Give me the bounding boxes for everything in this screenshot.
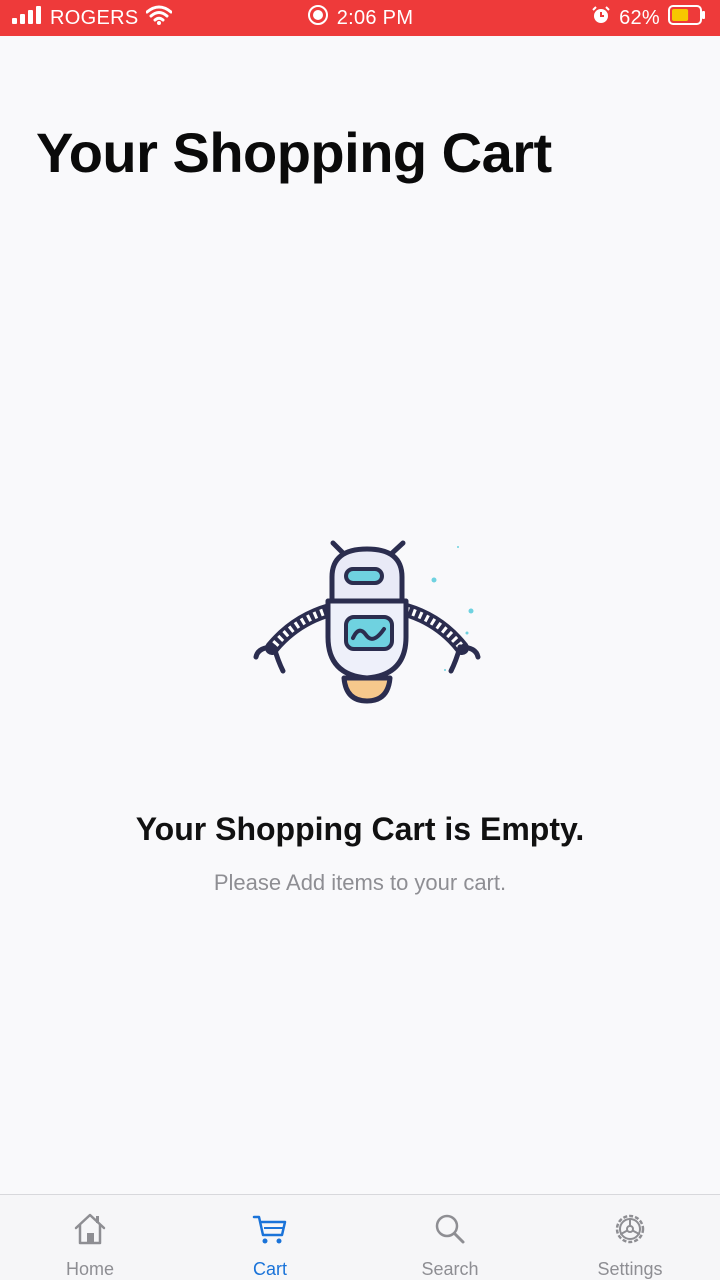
empty-cart-subtitle: Please Add items to your cart. xyxy=(213,870,507,895)
tab-settings[interactable]: Settings xyxy=(540,1195,720,1280)
tab-cart[interactable]: Cart xyxy=(180,1195,360,1280)
page-title: Your Shopping Cart xyxy=(36,121,552,184)
search-icon xyxy=(430,1209,470,1249)
screen-record-icon xyxy=(307,4,329,32)
tab-bar: Home Cart Search Settings xyxy=(0,1194,720,1280)
status-bar: ROGERS 2:06 PM 62% xyxy=(0,0,720,36)
tab-search-label: Search xyxy=(421,1259,479,1279)
signal-icon xyxy=(12,6,42,30)
carrier-name: ROGERS xyxy=(50,6,139,29)
tab-settings-label: Settings xyxy=(597,1259,663,1279)
battery-icon xyxy=(668,5,706,31)
robot-illustration xyxy=(250,535,485,710)
battery-percent: 62% xyxy=(619,6,660,29)
tab-home[interactable]: Home xyxy=(0,1195,180,1280)
tab-cart-label: Cart xyxy=(252,1259,287,1279)
home-icon xyxy=(70,1209,110,1249)
empty-cart-title: Your Shopping Cart is Empty. xyxy=(135,811,585,847)
settings-icon xyxy=(610,1209,650,1249)
tab-home-label: Home xyxy=(65,1259,114,1279)
wifi-icon xyxy=(145,5,173,31)
tab-search[interactable]: Search xyxy=(360,1195,540,1280)
cart-icon xyxy=(250,1209,290,1249)
alarm-icon xyxy=(591,5,611,31)
clock: 2:06 PM xyxy=(336,6,414,29)
